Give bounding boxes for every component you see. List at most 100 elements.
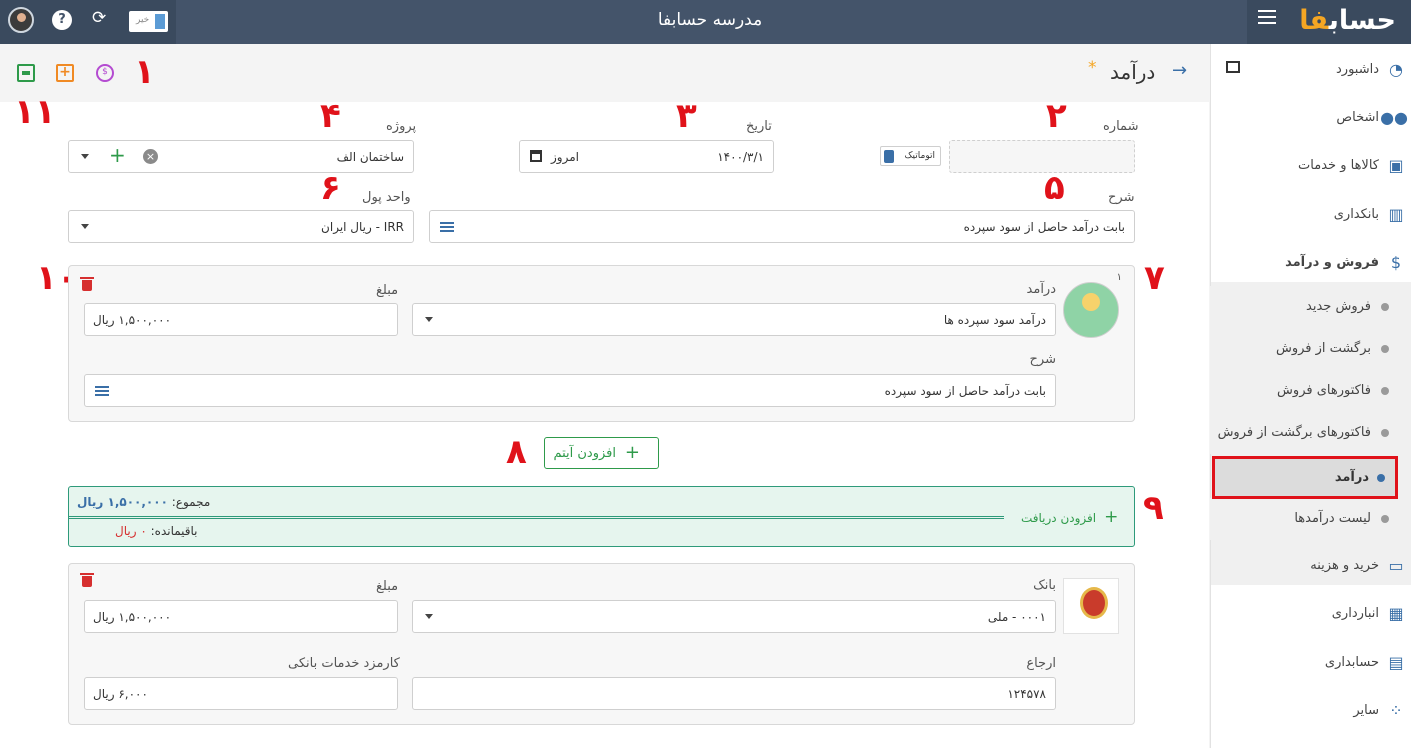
auto-number-button[interactable]: اتوماتیک xyxy=(880,146,941,166)
calendar-icon[interactable] xyxy=(530,150,542,162)
ref-input[interactable]: ۱۲۴۵۷۸ xyxy=(412,677,1056,710)
clear-icon[interactable]: × xyxy=(143,149,158,164)
remaining-row: باقیمانده: ۰ ریال xyxy=(115,524,198,538)
sync-icon[interactable]: ⟳ xyxy=(92,8,106,28)
currency-label: واحد پول xyxy=(362,190,411,205)
chevron-down-icon[interactable] xyxy=(425,614,433,619)
bullet-icon xyxy=(1381,345,1389,353)
annotation-4: ۴ xyxy=(320,96,341,136)
amount-label: مبلغ xyxy=(376,283,399,298)
annotation-7: ۷ xyxy=(1144,258,1165,298)
item-desc-value: بابت درآمد حاصل از سود سپرده xyxy=(884,384,1046,398)
sidebar-item-purchase[interactable]: ▭ خرید و هزینه xyxy=(1210,542,1411,588)
toggle-knob xyxy=(155,14,165,29)
logo-main: حساب xyxy=(1328,5,1396,36)
sidebar-sub-label: برگشت از فروش xyxy=(1275,341,1371,356)
remaining-value: ۰ ریال xyxy=(115,524,147,538)
delete-item-icon[interactable] xyxy=(80,277,94,291)
sidebar-sub-sale-return[interactable]: برگشت از فروش xyxy=(1210,328,1399,370)
save-icon[interactable] xyxy=(17,64,35,82)
bullet-icon xyxy=(1381,303,1389,311)
fee-input[interactable]: ۶,۰۰۰ ریال xyxy=(84,677,398,710)
add-payment-button[interactable]: + افزودن دریافت xyxy=(1021,507,1118,527)
project-label: پروژه xyxy=(386,119,417,134)
back-arrow-icon[interactable]: → xyxy=(1172,60,1187,81)
sidebar-sub-new-sale[interactable]: فروش جدید xyxy=(1210,286,1399,328)
bank-select[interactable]: ۰۰۰۱ - ملی xyxy=(412,600,1056,633)
help-icon[interactable]: ? xyxy=(52,10,72,30)
item-index: ۱ xyxy=(1116,272,1122,283)
sidebar-sub-label: فاکتورهای فروش xyxy=(1277,383,1371,398)
date-today[interactable]: امروز xyxy=(551,150,579,164)
fee-value: ۶,۰۰۰ ریال xyxy=(93,687,148,701)
calculator-icon: ▤ xyxy=(1388,653,1404,672)
ref-label: ارجاع xyxy=(1026,656,1056,671)
income-label: درآمد xyxy=(1026,282,1056,297)
add-item-button[interactable]: + افزودن آیتم xyxy=(544,437,659,469)
add-project-icon[interactable]: + xyxy=(109,143,126,167)
payment-amount-input[interactable]: ۱,۵۰۰,۰۰۰ ریال xyxy=(84,600,398,633)
desc-input[interactable]: بابت درآمد حاصل از سود سپرده xyxy=(429,210,1135,243)
project-select[interactable]: ساختمان الف × + xyxy=(68,140,414,173)
item-desc-input[interactable]: بابت درآمد حاصل از سود سپرده xyxy=(84,374,1056,407)
list-icon[interactable] xyxy=(440,222,454,232)
user-avatar[interactable] xyxy=(8,7,34,33)
list-icon[interactable] xyxy=(95,386,109,396)
sidebar-item-banking[interactable]: ▥ بانکداری xyxy=(1210,191,1411,237)
income-item-card: ۱ درآمد مبلغ درآمد سود سپرده ها ۱,۵۰۰,۰۰… xyxy=(68,265,1135,422)
chevron-down-icon[interactable] xyxy=(81,224,89,229)
payment-amount-label: مبلغ xyxy=(376,579,399,594)
payment-card: بانک مبلغ ۰۰۰۱ - ملی ۱,۵۰۰,۰۰۰ ریال ارجا… xyxy=(68,563,1135,725)
bullet-icon xyxy=(1381,387,1389,395)
currency-icon[interactable]: $ xyxy=(96,64,114,82)
sidebar-item-products[interactable]: ▣ کالاها و خدمات xyxy=(1210,142,1411,188)
income-category-image xyxy=(1063,282,1119,338)
top-bar: مدرسه حسابفا ? ⟳ خیر حسابفا xyxy=(0,0,1411,44)
bank-logo xyxy=(1063,578,1119,634)
summary-separator xyxy=(69,516,1004,519)
sidebar-item-warehouse[interactable]: ▦ انبارداری xyxy=(1210,590,1411,636)
amount-input[interactable]: ۱,۵۰۰,۰۰۰ ریال xyxy=(84,303,398,336)
currency-select[interactable]: IRR - ریال ایران xyxy=(68,210,414,243)
sidebar-sub-income-list[interactable]: لیست درآمدها xyxy=(1210,498,1399,540)
sidebar-sub-label: فاکتورهای برگشت از فروش xyxy=(1217,425,1371,440)
required-star: * xyxy=(1088,58,1097,78)
annotation-8: ۸ xyxy=(506,432,527,472)
people-icon: ●● xyxy=(1380,108,1408,127)
sidebar-item-other[interactable]: ⁘ سایر xyxy=(1210,687,1411,733)
warehouse-icon: ▦ xyxy=(1388,604,1404,623)
desc-label: شرح xyxy=(1108,190,1135,205)
sidebar-item-sales[interactable]: $ فروش و درآمد xyxy=(1210,239,1411,285)
income-select[interactable]: درآمد سود سپرده ها xyxy=(412,303,1056,336)
payment-amount-value: ۱,۵۰۰,۰۰۰ ریال xyxy=(93,610,172,624)
date-label: تاریخ xyxy=(746,119,772,134)
toggle-switch[interactable]: خیر xyxy=(129,11,168,32)
hamburger-menu-icon[interactable] xyxy=(1258,10,1276,24)
chevron-down-icon[interactable] xyxy=(425,317,433,322)
auto-toggle-box xyxy=(884,150,894,163)
sidebar-item-label: کالاها و خدمات xyxy=(1298,158,1379,173)
new-document-icon[interactable]: + xyxy=(56,64,74,82)
switch-view-icon[interactable] xyxy=(1226,61,1240,73)
sidebar-sub-return-invoices[interactable]: فاکتورهای برگشت از فروش xyxy=(1210,412,1399,454)
chevron-down-icon[interactable] xyxy=(81,154,89,159)
remaining-label: باقیمانده: xyxy=(150,524,198,538)
sidebar-item-dashboard[interactable]: ◔ داشبورد xyxy=(1210,46,1411,92)
sidebar-sub-income[interactable]: درآمد xyxy=(1212,456,1398,499)
date-value: ۱۴۰۰/۳/۱ xyxy=(717,150,764,164)
toggle-label: خیر xyxy=(136,15,150,25)
sidebar-sub-sale-invoices[interactable]: فاکتورهای فروش xyxy=(1210,370,1399,412)
number-input[interactable] xyxy=(949,140,1135,173)
number-label: شماره xyxy=(1103,119,1139,134)
delete-payment-icon[interactable] xyxy=(80,573,94,587)
annotation-3: ۳ xyxy=(676,96,697,136)
sidebar-item-accounting[interactable]: ▤ حسابداری xyxy=(1210,639,1411,685)
annotation-5: ۵ xyxy=(1044,168,1065,208)
sidebar-item-people[interactable]: ●● اشخاص xyxy=(1210,94,1411,140)
date-input[interactable]: ۱۴۰۰/۳/۱ امروز xyxy=(519,140,774,173)
sidebar-item-label: داشبورد xyxy=(1336,62,1379,77)
sidebar-item-label: حسابداری xyxy=(1324,655,1379,670)
sidebar-sub-label: لیست درآمدها xyxy=(1294,511,1371,526)
annotation-1: ۱ xyxy=(134,52,155,92)
sales-icon: $ xyxy=(1390,253,1402,272)
